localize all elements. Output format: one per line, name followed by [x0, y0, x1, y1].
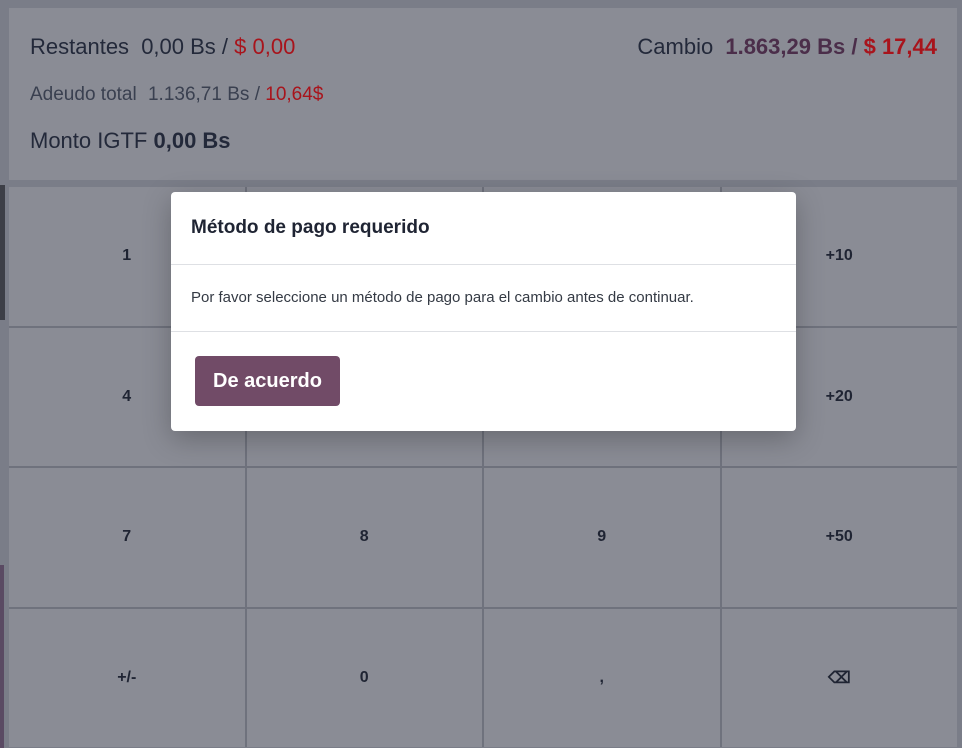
change-separator: /: [851, 34, 858, 59]
remaining-usd: $ 0,00: [234, 34, 296, 59]
change-label: Cambio: [637, 34, 714, 59]
payment-summary: Restantes 0,00 Bs / $ 0,00 Cambio 1.863,…: [9, 8, 957, 180]
numpad-key-plus-50[interactable]: +50: [721, 468, 957, 607]
total-due-row: Adeudo total 1.136,71 Bs / 10,64$: [30, 84, 323, 106]
ok-button[interactable]: De acuerdo: [195, 356, 340, 406]
igtf-row: Monto IGTF 0,00 Bs: [30, 128, 231, 154]
dialog-body: Por favor seleccione un método de pago p…: [171, 265, 796, 332]
backspace-icon[interactable]: ⌫: [721, 608, 957, 747]
change-usd: $ 17,44: [863, 34, 937, 59]
total-due-label: Adeudo total: [30, 84, 137, 105]
remaining-bs: 0,00 Bs: [141, 34, 216, 59]
total-due-separator: /: [254, 84, 260, 105]
payment-screen: Restantes 0,00 Bs / $ 0,00 Cambio 1.863,…: [0, 0, 962, 748]
numpad-key-decimal[interactable]: ,: [484, 608, 720, 747]
total-due-bs: 1.136,71 Bs: [147, 84, 250, 105]
dialog-message: Por favor seleccione un método de pago p…: [191, 289, 694, 306]
left-edge: [0, 185, 5, 320]
igtf-label: Monto IGTF: [30, 128, 148, 153]
numpad-key-8[interactable]: 8: [246, 468, 482, 607]
igtf-value: 0,00 Bs: [153, 128, 231, 153]
remaining-separator: /: [221, 34, 229, 59]
numpad-key-9[interactable]: 9: [484, 468, 720, 607]
dialog-header: Método de pago requerido: [171, 192, 796, 265]
change-row: Cambio 1.863,29 Bs / $ 17,44: [637, 34, 937, 60]
remaining-row: Restantes 0,00 Bs / $ 0,00: [30, 34, 295, 60]
numpad-key-7[interactable]: 7: [9, 468, 245, 607]
left-edge-accent: [0, 565, 4, 748]
dialog-title: Método de pago requerido: [191, 217, 430, 238]
payment-method-required-dialog: Método de pago requerido Por favor selec…: [171, 192, 796, 431]
remaining-label: Restantes: [30, 34, 130, 59]
numpad-key-0[interactable]: 0: [246, 608, 482, 747]
numpad-key-toggle-sign[interactable]: +/-: [9, 608, 245, 747]
change-bs: 1.863,29 Bs: [725, 34, 846, 59]
total-due-usd: 10,64$: [265, 84, 324, 105]
